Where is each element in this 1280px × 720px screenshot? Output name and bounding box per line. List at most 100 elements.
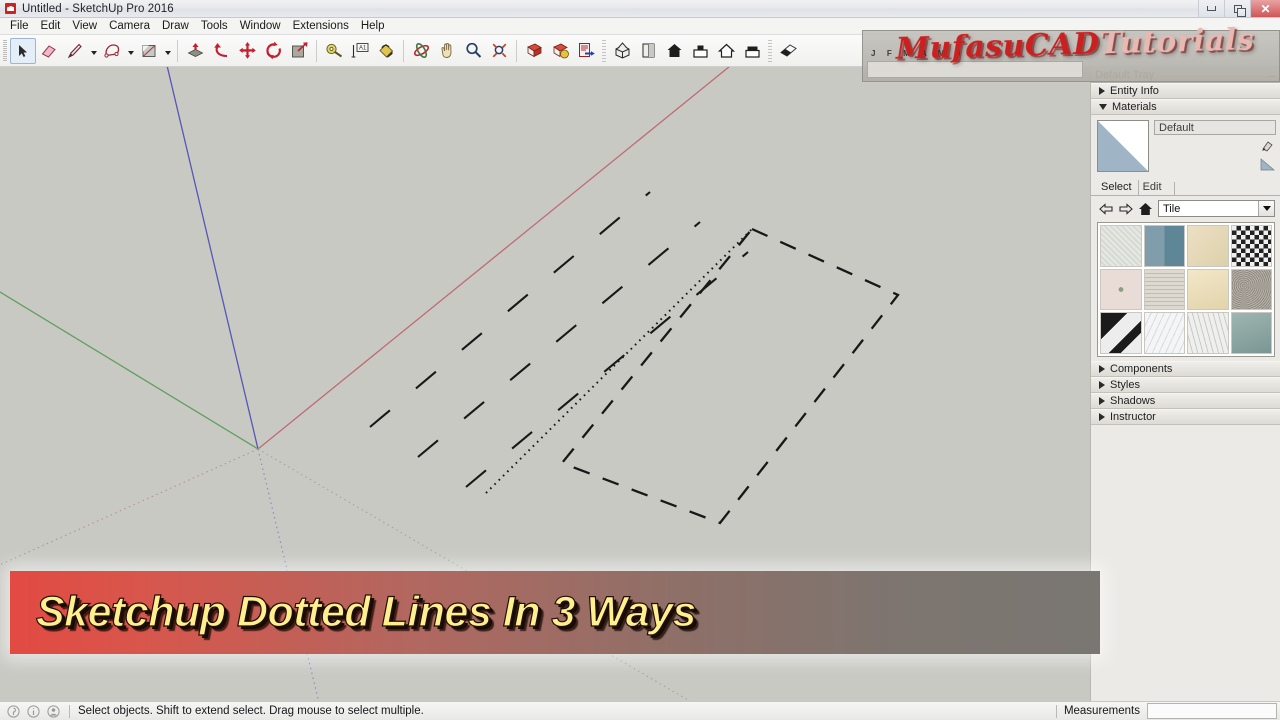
view-front-button[interactable]: [661, 38, 687, 64]
close-button[interactable]: ✕: [1250, 0, 1280, 17]
material-swatch[interactable]: [1100, 268, 1142, 310]
watermark-text-secondary: Tutorials: [1099, 21, 1255, 61]
scale-tool[interactable]: [286, 38, 312, 64]
zoom-extents-tool[interactable]: [486, 38, 512, 64]
paint-bucket-tool[interactable]: [373, 38, 399, 64]
view-right-button[interactable]: [687, 38, 713, 64]
chevron-down-icon[interactable]: [1258, 201, 1274, 216]
send-to-layout-button[interactable]: [573, 38, 599, 64]
account-icon[interactable]: [47, 704, 60, 718]
chevron-right-icon: [1099, 380, 1105, 389]
view-top-button[interactable]: [635, 38, 661, 64]
material-name-field[interactable]: Default: [1154, 120, 1276, 135]
rectangle-tool[interactable]: [136, 38, 162, 64]
move-tool[interactable]: [234, 38, 260, 64]
tray-section-styles[interactable]: Styles: [1091, 376, 1280, 393]
menu-help[interactable]: Help: [355, 19, 391, 33]
menu-window[interactable]: Window: [234, 19, 287, 33]
material-swatch[interactable]: [1230, 268, 1272, 310]
tray-section-shadows[interactable]: Shadows: [1091, 392, 1280, 409]
material-swatch[interactable]: [1230, 225, 1272, 267]
dashed-lines-group: [369, 191, 749, 488]
green-axis: [0, 291, 259, 450]
menu-camera[interactable]: Camera: [103, 19, 156, 33]
material-swatch-grid: [1097, 222, 1275, 357]
view-back-button[interactable]: [713, 38, 739, 64]
material-library-select[interactable]: Tile: [1158, 200, 1275, 217]
restore-button[interactable]: [1224, 0, 1250, 17]
measurements-input[interactable]: [1147, 703, 1277, 719]
material-swatch[interactable]: [1187, 225, 1229, 267]
geo-location-icon[interactable]: [7, 704, 20, 718]
material-preview-icon[interactable]: [1260, 158, 1275, 174]
tray-section-entity-info[interactable]: Entity Info: [1091, 83, 1280, 99]
previous-view-button[interactable]: [521, 38, 547, 64]
materials-navigation: Tile: [1091, 196, 1280, 221]
pan-tool[interactable]: [434, 38, 460, 64]
material-swatch[interactable]: [1100, 312, 1142, 354]
toolbar-grip-2[interactable]: [602, 39, 606, 62]
rotate-tool[interactable]: [260, 38, 286, 64]
rectangle-tool-dropdown[interactable]: [162, 38, 173, 64]
toolbar-grip-3[interactable]: [768, 39, 772, 62]
dashed-line-1: [369, 191, 651, 428]
materials-action-buttons: [1154, 138, 1276, 174]
chevron-right-icon: [1099, 364, 1105, 373]
tape-measure-tool[interactable]: [321, 38, 347, 64]
tray-section-materials[interactable]: Materials: [1091, 99, 1280, 115]
material-swatch[interactable]: [1187, 312, 1229, 354]
dimension-tool[interactable]: A1: [347, 38, 373, 64]
next-view-button[interactable]: [547, 38, 573, 64]
tab-edit[interactable]: Edit: [1137, 180, 1168, 195]
sketchup-icon: [4, 2, 17, 15]
chevron-right-icon: [1099, 87, 1105, 95]
menu-extensions[interactable]: Extensions: [287, 19, 355, 33]
dashed-rectangle: [560, 227, 900, 525]
arc-tool-dropdown[interactable]: [125, 38, 136, 64]
select-tool[interactable]: [10, 37, 36, 64]
view-left-button[interactable]: [739, 38, 765, 64]
material-swatch[interactable]: [1143, 225, 1185, 267]
material-swatch[interactable]: [1143, 268, 1185, 310]
arc-tool[interactable]: [99, 38, 125, 64]
material-library-value: Tile: [1163, 202, 1181, 215]
tray-section-components[interactable]: Components: [1091, 360, 1280, 377]
view-iso-button[interactable]: [609, 38, 635, 64]
default-tray-panel: Default Tray ⚊ Entity Info Materials Def…: [1090, 67, 1280, 701]
dotted-line: [485, 228, 753, 494]
measurements-area: Measurements: [1049, 702, 1280, 720]
current-material-swatch[interactable]: [1097, 120, 1149, 172]
follow-me-tool[interactable]: [208, 38, 234, 64]
tray-section-instructor[interactable]: Instructor: [1091, 408, 1280, 425]
pushpull-tool[interactable]: [182, 38, 208, 64]
line-tool-dropdown[interactable]: [88, 38, 99, 64]
line-tool[interactable]: [62, 38, 88, 64]
orbit-tool[interactable]: [408, 38, 434, 64]
materials-tabs: Select Edit: [1091, 178, 1280, 196]
menu-file[interactable]: File: [4, 19, 35, 33]
material-swatch[interactable]: [1143, 312, 1185, 354]
zoom-tool[interactable]: [460, 38, 486, 64]
materials-name-row: Default: [1154, 120, 1276, 174]
menu-view[interactable]: View: [66, 19, 103, 33]
toolbar-grip[interactable]: [3, 39, 7, 62]
home-icon[interactable]: [1138, 201, 1153, 216]
info-icon[interactable]: [27, 704, 40, 718]
tab-select[interactable]: Select: [1097, 180, 1138, 195]
style-shaded-button[interactable]: [775, 38, 801, 64]
menu-tools[interactable]: Tools: [195, 19, 234, 33]
material-swatch[interactable]: [1187, 268, 1229, 310]
material-swatch[interactable]: [1230, 312, 1272, 354]
window-controls: ✕: [1198, 0, 1280, 17]
menu-edit[interactable]: Edit: [35, 19, 67, 33]
status-message: Select objects. Shift to extend select. …: [78, 705, 424, 717]
tray-section-label: Entity Info: [1110, 85, 1159, 97]
material-swatch[interactable]: [1100, 225, 1142, 267]
minimize-button[interactable]: [1198, 0, 1224, 17]
sample-paint-icon[interactable]: [1260, 138, 1275, 156]
arrow-right-icon[interactable]: [1118, 201, 1133, 216]
menu-draw[interactable]: Draw: [156, 19, 195, 33]
eraser-tool[interactable]: [36, 38, 62, 64]
tray-section-label: Materials: [1112, 101, 1157, 113]
arrow-left-icon[interactable]: [1098, 201, 1113, 216]
